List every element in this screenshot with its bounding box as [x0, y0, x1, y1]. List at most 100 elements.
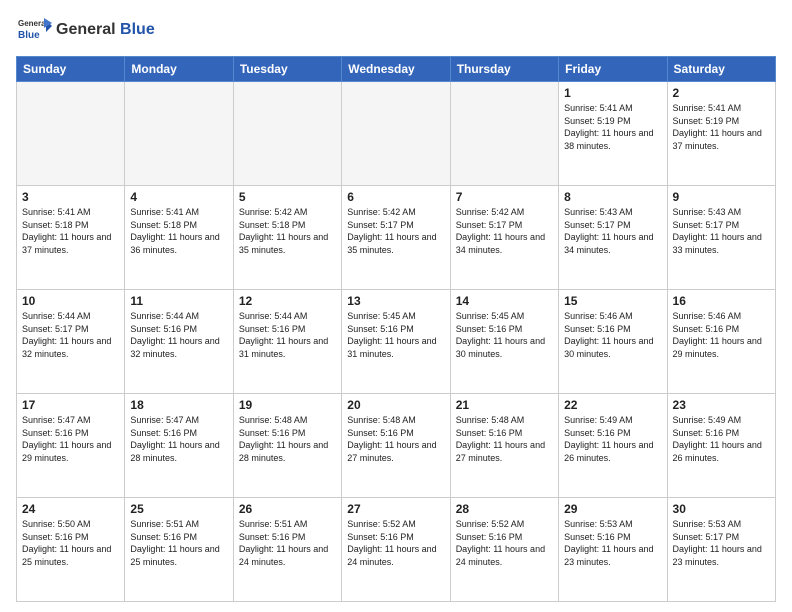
day-number: 21 — [456, 398, 553, 412]
col-header-wednesday: Wednesday — [342, 57, 450, 82]
day-number: 15 — [564, 294, 661, 308]
day-number: 26 — [239, 502, 336, 516]
day-cell: 8 Sunrise: 5:43 AMSunset: 5:17 PMDaylight… — [559, 186, 667, 290]
day-cell: 9 Sunrise: 5:43 AMSunset: 5:17 PMDaylight… — [667, 186, 775, 290]
day-cell: 10Sunrise: 5:44 AMSunset: 5:17 PMDayligh… — [17, 290, 125, 394]
day-cell: 5 Sunrise: 5:42 AMSunset: 5:18 PMDaylight… — [233, 186, 341, 290]
day-number: 7 — [456, 190, 553, 204]
day-info: Sunrise: 5:52 AMSunset: 5:16 PMDaylight:… — [347, 518, 444, 568]
day-info: Sunrise: 5:49 AMSunset: 5:16 PMDaylight:… — [673, 414, 770, 464]
day-cell: 14Sunrise: 5:45 AMSunset: 5:16 PMDayligh… — [450, 290, 558, 394]
day-cell: 25 Sunrise: 5:51 AMSunset: 5:16 PMDayligh… — [125, 498, 233, 602]
col-header-saturday: Saturday — [667, 57, 775, 82]
day-cell: 24Sunrise: 5:50 AMSunset: 5:16 PMDayligh… — [17, 498, 125, 602]
week-row-0: 1 Sunrise: 5:41 AMSunset: 5:19 PMDaylight… — [17, 82, 776, 186]
day-cell: 12 Sunrise: 5:44 AMSunset: 5:16 PMDayligh… — [233, 290, 341, 394]
header: General Blue General Blue — [16, 12, 776, 48]
day-info: Sunrise: 5:47 AMSunset: 5:16 PMDaylight:… — [22, 414, 119, 464]
day-cell — [233, 82, 341, 186]
day-number: 9 — [673, 190, 770, 204]
day-number: 17 — [22, 398, 119, 412]
day-cell: 21 Sunrise: 5:48 AMSunset: 5:16 PMDayligh… — [450, 394, 558, 498]
col-header-monday: Monday — [125, 57, 233, 82]
calendar-header-row: SundayMondayTuesdayWednesdayThursdayFrid… — [17, 57, 776, 82]
day-number: 20 — [347, 398, 444, 412]
col-header-thursday: Thursday — [450, 57, 558, 82]
day-cell: 23 Sunrise: 5:49 AMSunset: 5:16 PMDayligh… — [667, 394, 775, 498]
day-cell: 19 Sunrise: 5:48 AMSunset: 5:16 PMDayligh… — [233, 394, 341, 498]
day-info: Sunrise: 5:49 AMSunset: 5:16 PMDaylight:… — [564, 414, 661, 464]
day-number: 23 — [673, 398, 770, 412]
day-info: Sunrise: 5:47 AMSunset: 5:16 PMDaylight:… — [130, 414, 227, 464]
logo-blue-text: Blue — [120, 21, 155, 38]
col-header-tuesday: Tuesday — [233, 57, 341, 82]
day-number: 5 — [239, 190, 336, 204]
calendar-table: SundayMondayTuesdayWednesdayThursdayFrid… — [16, 56, 776, 602]
day-info: Sunrise: 5:48 AMSunset: 5:16 PMDaylight:… — [347, 414, 444, 464]
day-cell — [125, 82, 233, 186]
day-number: 10 — [22, 294, 119, 308]
day-cell: 4 Sunrise: 5:41 AMSunset: 5:18 PMDaylight… — [125, 186, 233, 290]
day-info: Sunrise: 5:42 AMSunset: 5:17 PMDaylight:… — [456, 206, 553, 256]
col-header-sunday: Sunday — [17, 57, 125, 82]
day-number: 4 — [130, 190, 227, 204]
day-cell: 16 Sunrise: 5:46 AMSunset: 5:16 PMDayligh… — [667, 290, 775, 394]
day-cell: 27Sunrise: 5:52 AMSunset: 5:16 PMDayligh… — [342, 498, 450, 602]
logo-svg: General Blue — [16, 12, 52, 48]
day-info: Sunrise: 5:51 AMSunset: 5:16 PMDaylight:… — [130, 518, 227, 568]
day-info: Sunrise: 5:42 AMSunset: 5:17 PMDaylight:… — [347, 206, 444, 256]
page: General Blue General Blue SundayMondayTu… — [0, 0, 792, 612]
day-cell: 3 Sunrise: 5:41 AMSunset: 5:18 PMDaylight… — [17, 186, 125, 290]
day-info: Sunrise: 5:53 AMSunset: 5:17 PMDaylight:… — [673, 518, 770, 568]
day-cell: 20 Sunrise: 5:48 AMSunset: 5:16 PMDayligh… — [342, 394, 450, 498]
day-info: Sunrise: 5:52 AMSunset: 5:16 PMDaylight:… — [456, 518, 553, 568]
day-cell: 17 Sunrise: 5:47 AMSunset: 5:16 PMDayligh… — [17, 394, 125, 498]
day-number: 19 — [239, 398, 336, 412]
day-info: Sunrise: 5:43 AMSunset: 5:17 PMDaylight:… — [564, 206, 661, 256]
day-number: 22 — [564, 398, 661, 412]
day-number: 8 — [564, 190, 661, 204]
day-info: Sunrise: 5:41 AMSunset: 5:18 PMDaylight:… — [22, 206, 119, 256]
day-info: Sunrise: 5:46 AMSunset: 5:16 PMDaylight:… — [673, 310, 770, 360]
week-row-3: 17 Sunrise: 5:47 AMSunset: 5:16 PMDayligh… — [17, 394, 776, 498]
week-row-4: 24Sunrise: 5:50 AMSunset: 5:16 PMDayligh… — [17, 498, 776, 602]
logo: General Blue General Blue — [16, 12, 155, 48]
day-cell: 30Sunrise: 5:53 AMSunset: 5:17 PMDayligh… — [667, 498, 775, 602]
day-cell: 29 Sunrise: 5:53 AMSunset: 5:16 PMDayligh… — [559, 498, 667, 602]
day-number: 1 — [564, 86, 661, 100]
day-info: Sunrise: 5:53 AMSunset: 5:16 PMDaylight:… — [564, 518, 661, 568]
day-info: Sunrise: 5:50 AMSunset: 5:16 PMDaylight:… — [22, 518, 119, 568]
day-cell: 15Sunrise: 5:46 AMSunset: 5:16 PMDayligh… — [559, 290, 667, 394]
day-number: 12 — [239, 294, 336, 308]
day-number: 6 — [347, 190, 444, 204]
col-header-friday: Friday — [559, 57, 667, 82]
day-cell — [450, 82, 558, 186]
day-cell: 18 Sunrise: 5:47 AMSunset: 5:16 PMDayligh… — [125, 394, 233, 498]
day-info: Sunrise: 5:48 AMSunset: 5:16 PMDaylight:… — [456, 414, 553, 464]
day-info: Sunrise: 5:42 AMSunset: 5:18 PMDaylight:… — [239, 206, 336, 256]
day-info: Sunrise: 5:41 AMSunset: 5:18 PMDaylight:… — [130, 206, 227, 256]
day-info: Sunrise: 5:44 AMSunset: 5:16 PMDaylight:… — [130, 310, 227, 360]
day-number: 3 — [22, 190, 119, 204]
day-number: 2 — [673, 86, 770, 100]
svg-text:General: General — [18, 19, 48, 28]
day-cell: 6 Sunrise: 5:42 AMSunset: 5:17 PMDaylight… — [342, 186, 450, 290]
week-row-1: 3 Sunrise: 5:41 AMSunset: 5:18 PMDaylight… — [17, 186, 776, 290]
day-number: 29 — [564, 502, 661, 516]
day-cell: 11Sunrise: 5:44 AMSunset: 5:16 PMDayligh… — [125, 290, 233, 394]
day-number: 25 — [130, 502, 227, 516]
day-number: 13 — [347, 294, 444, 308]
day-info: Sunrise: 5:48 AMSunset: 5:16 PMDaylight:… — [239, 414, 336, 464]
week-row-2: 10Sunrise: 5:44 AMSunset: 5:17 PMDayligh… — [17, 290, 776, 394]
day-cell: 28Sunrise: 5:52 AMSunset: 5:16 PMDayligh… — [450, 498, 558, 602]
day-cell — [17, 82, 125, 186]
day-cell — [342, 82, 450, 186]
day-info: Sunrise: 5:45 AMSunset: 5:16 PMDaylight:… — [347, 310, 444, 360]
day-cell: 7 Sunrise: 5:42 AMSunset: 5:17 PMDaylight… — [450, 186, 558, 290]
day-number: 16 — [673, 294, 770, 308]
day-info: Sunrise: 5:41 AMSunset: 5:19 PMDaylight:… — [564, 102, 661, 152]
day-info: Sunrise: 5:44 AMSunset: 5:16 PMDaylight:… — [239, 310, 336, 360]
day-cell: 13 Sunrise: 5:45 AMSunset: 5:16 PMDayligh… — [342, 290, 450, 394]
day-info: Sunrise: 5:43 AMSunset: 5:17 PMDaylight:… — [673, 206, 770, 256]
day-number: 18 — [130, 398, 227, 412]
